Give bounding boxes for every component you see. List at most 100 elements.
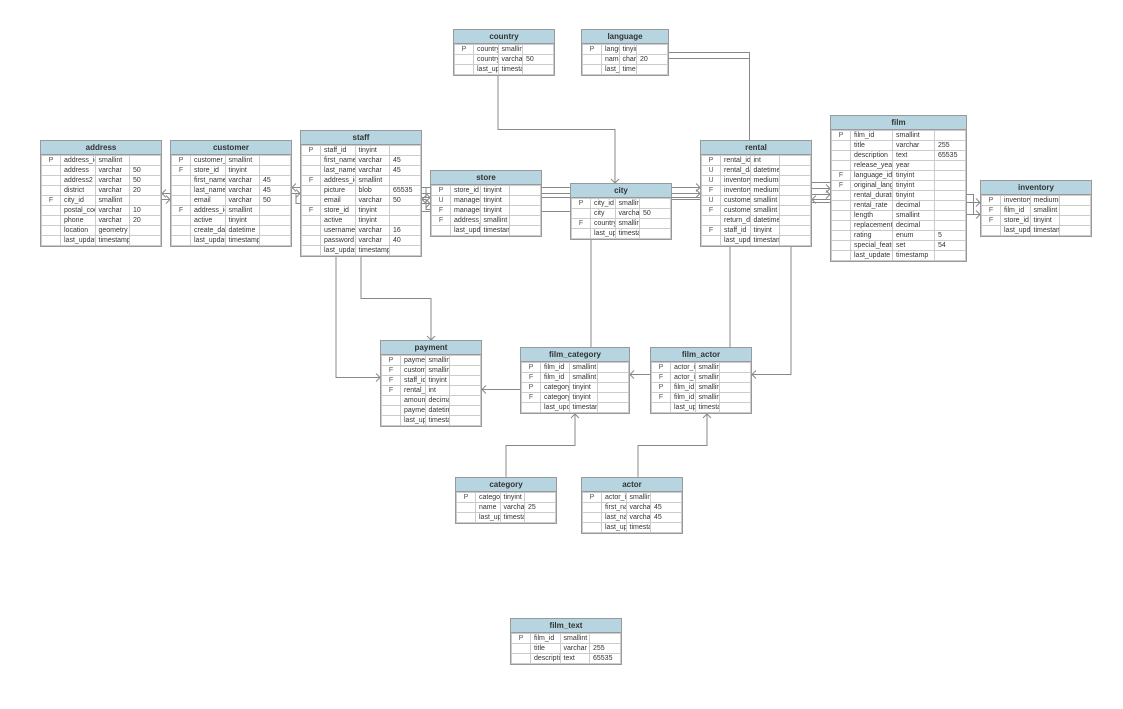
column-row: Faddress_idsmallint bbox=[302, 176, 421, 186]
column-row: Fcategory_idtinyint bbox=[522, 393, 629, 403]
col-type: smallint bbox=[750, 196, 780, 206]
col-flag bbox=[457, 503, 476, 513]
col-flag bbox=[432, 226, 451, 236]
column-row: first_namevarchar45 bbox=[302, 156, 421, 166]
col-name: address_id bbox=[321, 176, 356, 186]
entity-film[interactable]: filmPfilm_idsmallinttitlevarchar255descr… bbox=[830, 115, 967, 262]
entity-country[interactable]: countryPcountry_idsmallintcountryvarchar… bbox=[453, 29, 555, 76]
col-len bbox=[390, 176, 421, 186]
col-name: last_update bbox=[602, 523, 627, 533]
col-type: varchar bbox=[615, 209, 640, 219]
column-row: emailvarchar50 bbox=[302, 196, 421, 206]
column-row: last_updatetimestamp bbox=[457, 513, 556, 523]
col-name: rental_id bbox=[401, 386, 426, 396]
column-row: Fstore_idtinyint bbox=[302, 206, 421, 216]
col-name: category_id bbox=[541, 383, 570, 393]
col-name: category_id bbox=[541, 393, 570, 403]
col-len: 65535 bbox=[390, 186, 421, 196]
col-name: store_id bbox=[451, 186, 481, 196]
column-row: last_updatetimestamp bbox=[302, 246, 421, 256]
column-row: Frental_idint bbox=[382, 386, 481, 396]
entity-columns: Pcustomer_idsmallintFstore_idtinyintfirs… bbox=[171, 155, 291, 246]
column-row: create_datedatetime bbox=[172, 226, 291, 236]
entity-header: address bbox=[41, 141, 161, 155]
column-row: return_datedatetime bbox=[702, 216, 811, 226]
entity-inventory[interactable]: inventoryPinventory_idmediumintFfilm_ids… bbox=[980, 180, 1092, 237]
entity-language[interactable]: languagePlanguage_idtinyintnamechar20las… bbox=[581, 29, 669, 76]
col-name: store_id bbox=[1001, 216, 1031, 226]
col-flag: U bbox=[702, 166, 721, 176]
col-type: smallint bbox=[695, 393, 720, 403]
entity-header: film_text bbox=[511, 619, 621, 633]
col-flag: F bbox=[652, 393, 671, 403]
column-row: addressvarchar50 bbox=[42, 166, 161, 176]
column-row: replacement_costdecimal bbox=[832, 221, 966, 231]
col-flag: F bbox=[982, 206, 1001, 216]
col-type: tinyint bbox=[619, 45, 637, 55]
col-name: district bbox=[61, 186, 96, 196]
col-flag: P bbox=[455, 45, 474, 55]
col-flag bbox=[832, 141, 851, 151]
col-len bbox=[1060, 206, 1091, 216]
col-name: last_update bbox=[602, 65, 620, 75]
col-name: description bbox=[531, 654, 561, 664]
col-len bbox=[935, 161, 966, 171]
col-name: username bbox=[321, 226, 356, 236]
col-name: email bbox=[191, 196, 226, 206]
entity-staff[interactable]: staffPstaff_idtinyintfirst_namevarchar45… bbox=[300, 130, 422, 257]
entity-film_actor[interactable]: film_actorPactor_idsmallintFactor_idsmal… bbox=[650, 347, 752, 414]
col-type: varchar bbox=[355, 226, 390, 236]
col-name: actor_id bbox=[671, 363, 696, 373]
entity-store[interactable]: storePstore_idtinyintUmanager_staff_idti… bbox=[430, 170, 542, 237]
entity-category[interactable]: categoryPcategory_idtinyintnamevarchar25… bbox=[455, 477, 557, 524]
entity-customer[interactable]: customerPcustomer_idsmallintFstore_idtin… bbox=[170, 140, 292, 247]
col-name: last_update bbox=[541, 403, 570, 413]
column-row: Ffilm_idsmallint bbox=[522, 373, 629, 383]
col-name: address2 bbox=[61, 176, 96, 186]
column-row: Ffilm_idsmallint bbox=[982, 206, 1091, 216]
col-len: 10 bbox=[130, 206, 161, 216]
entity-film_category[interactable]: film_categoryPfilm_idsmallintFfilm_idsma… bbox=[520, 347, 630, 414]
col-flag: F bbox=[572, 219, 591, 229]
col-flag bbox=[455, 55, 474, 65]
col-name: original_language_id bbox=[851, 181, 893, 191]
column-row: emailvarchar50 bbox=[172, 196, 291, 206]
erd-canvas: countryPcountry_idsmallintcountryvarchar… bbox=[0, 0, 1123, 709]
entity-header: rental bbox=[701, 141, 811, 155]
col-flag bbox=[302, 236, 321, 246]
col-flag bbox=[832, 231, 851, 241]
entity-address[interactable]: addressPaddress_idsmallintaddressvarchar… bbox=[40, 140, 162, 247]
col-len bbox=[720, 393, 751, 403]
col-name: address_id bbox=[61, 156, 96, 166]
col-name: inventory_id bbox=[1001, 196, 1031, 206]
entity-columns: Pfilm_idsmallintFfilm_idsmallintPcategor… bbox=[521, 362, 629, 413]
col-len bbox=[260, 226, 291, 236]
col-flag: P bbox=[522, 383, 541, 393]
entity-columns: Pfilm_idsmallinttitlevarchar255descripti… bbox=[511, 633, 621, 664]
column-row: release_yearyear bbox=[832, 161, 966, 171]
col-len: 40 bbox=[390, 236, 421, 246]
entity-city[interactable]: cityPcity_idsmallintcityvarchar50Fcountr… bbox=[570, 183, 672, 240]
col-flag: F bbox=[832, 171, 851, 181]
entity-header: store bbox=[431, 171, 541, 185]
col-len bbox=[720, 373, 751, 383]
col-len bbox=[780, 216, 811, 226]
entity-payment[interactable]: paymentPpayment_idsmallintFcustomer_idsm… bbox=[380, 340, 482, 427]
col-len: 20 bbox=[130, 216, 161, 226]
col-flag bbox=[382, 406, 401, 416]
col-type: tinyint bbox=[1030, 216, 1060, 226]
entity-actor[interactable]: actorPactor_idsmallintfirst_namevarchar4… bbox=[581, 477, 683, 534]
column-row: Prental_idint bbox=[702, 156, 811, 166]
column-row: payment_datedatetime bbox=[382, 406, 481, 416]
col-flag bbox=[42, 216, 61, 226]
col-len bbox=[523, 65, 554, 75]
col-flag bbox=[42, 166, 61, 176]
entity-rental[interactable]: rentalPrental_idintUrental_datedatetimeU… bbox=[700, 140, 812, 247]
entity-film_text[interactable]: film_textPfilm_idsmallinttitlevarchar255… bbox=[510, 618, 622, 665]
col-type: timestamp bbox=[425, 416, 450, 426]
col-flag bbox=[832, 161, 851, 171]
col-flag bbox=[42, 176, 61, 186]
col-type: smallint bbox=[615, 219, 640, 229]
col-len bbox=[450, 366, 481, 376]
col-flag bbox=[302, 186, 321, 196]
